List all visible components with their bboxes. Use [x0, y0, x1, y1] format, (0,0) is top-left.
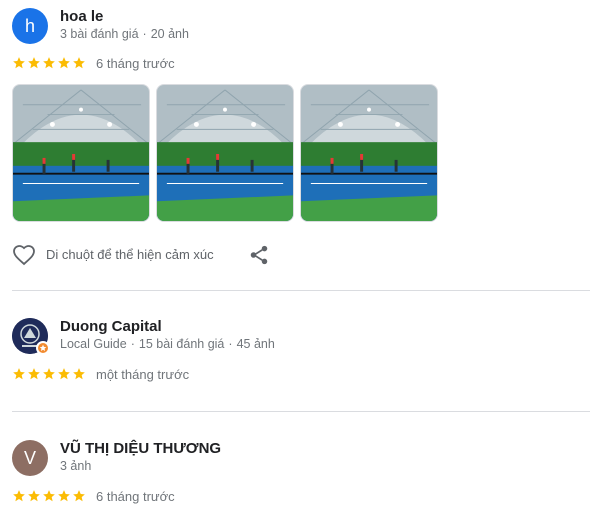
photo-indoor-tennis-court-icon [157, 85, 293, 221]
photo-count: 3 ảnh [60, 459, 92, 473]
avatar[interactable] [12, 318, 50, 355]
avatar-initial: V [23, 447, 36, 468]
star-icon [72, 367, 86, 381]
photo-indoor-tennis-court-icon [301, 85, 437, 221]
reviewer-name[interactable]: VŨ THỊ DIỆU THƯƠNG [60, 440, 221, 457]
review-actions: Di chuột để thể hiện cảm xúc [12, 243, 572, 267]
local-guide-label: Local Guide [60, 337, 127, 351]
review-photos [12, 84, 438, 222]
avatar[interactable]: h [12, 8, 48, 44]
star-icon [57, 56, 71, 70]
star-rating [12, 56, 86, 70]
divider [12, 290, 590, 291]
star-icon [72, 489, 86, 503]
star-icon [57, 489, 71, 503]
star-icon [12, 56, 26, 70]
review-time: 6 tháng trước [96, 489, 175, 504]
divider [12, 411, 590, 412]
reviewer-stats: Local Guide · 15 bài đánh giá · 45 ảnh [60, 337, 275, 351]
review-photo[interactable] [156, 84, 294, 222]
avatar[interactable]: V [12, 440, 48, 476]
star-icon [27, 367, 41, 381]
photo-count: 20 ảnh [150, 27, 189, 41]
heart-outline-icon[interactable] [12, 243, 36, 267]
review-photo[interactable] [12, 84, 150, 222]
star-icon [57, 367, 71, 381]
avatar-initial: h [24, 15, 35, 36]
review-count: 15 bài đánh giá [138, 337, 225, 351]
reviewer-stats: 3 ảnh [60, 459, 91, 473]
reviewer-name[interactable]: hoa le [60, 8, 103, 25]
review-count: 3 bài đánh giá [60, 27, 139, 41]
star-icon [72, 56, 86, 70]
star-rating [12, 367, 86, 381]
react-hint: Di chuột để thể hiện cảm xúc [46, 247, 214, 262]
review-time: một tháng trước [96, 367, 190, 382]
star-icon [12, 367, 26, 381]
star-icon [27, 489, 41, 503]
reviewer-name[interactable]: Duong Capital [60, 318, 162, 335]
star-rating [12, 489, 86, 503]
local-guide-star-icon [36, 341, 50, 355]
photo-indoor-tennis-court-icon [13, 85, 149, 221]
photo-count: 45 ảnh [236, 337, 275, 351]
reviewer-stats: 3 bài đánh giá · 20 ảnh [60, 27, 189, 41]
star-icon [42, 56, 56, 70]
share-icon[interactable] [248, 243, 270, 267]
star-icon [12, 489, 26, 503]
star-icon [42, 367, 56, 381]
review-photo[interactable] [300, 84, 438, 222]
star-icon [27, 56, 41, 70]
review-time: 6 tháng trước [96, 56, 175, 71]
star-icon [42, 489, 56, 503]
